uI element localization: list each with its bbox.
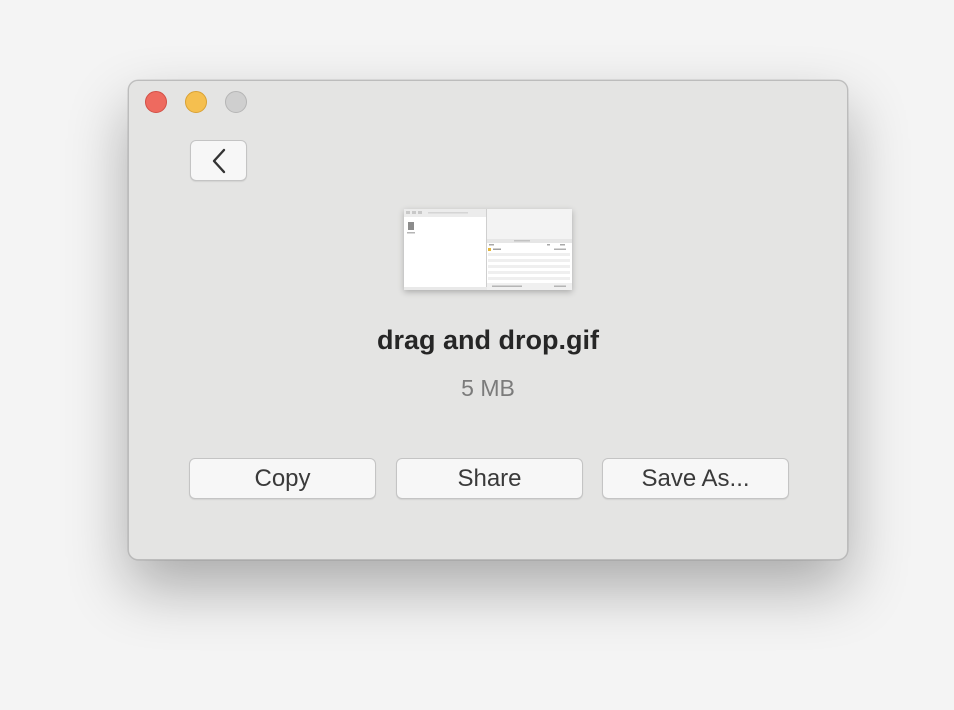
share-file-window: drag and drop.gif 5 MB Copy Share Save A… — [128, 80, 848, 560]
share-button[interactable]: Share — [396, 458, 583, 499]
minimize-icon[interactable] — [185, 91, 207, 113]
chevron-left-icon — [211, 148, 227, 174]
file-name: drag and drop.gif — [377, 325, 599, 355]
back-button[interactable] — [190, 140, 247, 181]
zoom-icon[interactable] — [225, 91, 247, 113]
desktop-background: drag and drop.gif 5 MB Copy Share Save A… — [0, 0, 954, 710]
thumbnail-preview-icon — [404, 209, 572, 290]
save-as-button[interactable]: Save As... — [602, 458, 789, 499]
file-size: 5 MB — [461, 375, 515, 401]
copy-button[interactable]: Copy — [189, 458, 376, 499]
close-icon[interactable] — [145, 91, 167, 113]
file-thumbnail — [404, 209, 572, 290]
